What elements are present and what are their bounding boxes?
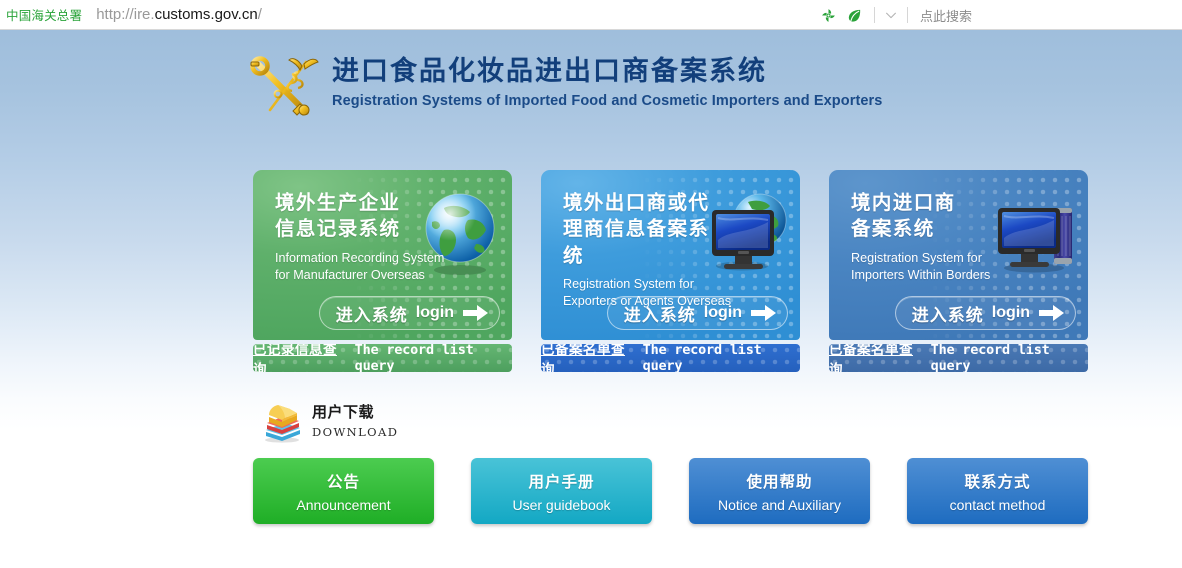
announcement-button[interactable]: 公告 Announcement xyxy=(253,458,434,524)
notice-auxiliary-button[interactable]: 使用帮助 Notice and Auxiliary xyxy=(689,458,870,524)
record-query-label-cn: 已备案名单查询 xyxy=(541,344,625,372)
page-content: 进口食品化妆品进出口商备案系统 Registration Systems of … xyxy=(0,30,1182,567)
chevron-down-icon[interactable] xyxy=(881,5,901,25)
url-scheme: http:// xyxy=(96,6,134,23)
card-manufacturer-overseas: 境外生产企业 信息记录系统 Information Recording Syst… xyxy=(253,170,512,372)
card-subtitle-line2: for Manufacturer Overseas xyxy=(275,268,425,282)
card-subtitle-line1: Registration System for xyxy=(563,276,694,291)
record-query-label-en: The record list query xyxy=(354,344,474,372)
arrow-right-icon xyxy=(751,304,777,322)
card-subtitle: Registration System for Importers Within… xyxy=(851,250,1036,285)
help-label-cn: 使用帮助 xyxy=(746,473,813,491)
address-bar-tools: 点此搜索 xyxy=(816,0,1182,30)
arrow-right-icon xyxy=(1039,304,1065,322)
record-query-label-cn: 已备案名单查询 xyxy=(829,344,913,372)
help-label-en: Notice and Auxiliary xyxy=(718,496,841,513)
card-title-line2: 备案系统 xyxy=(851,218,935,241)
url-subdomain: ire. xyxy=(133,6,155,23)
card-title-line1: 境内进口商 xyxy=(851,192,956,214)
login-button[interactable]: 进入系统 login xyxy=(894,296,1076,330)
login-button[interactable]: 进入系统 login xyxy=(606,296,788,330)
login-label-en: login xyxy=(415,304,454,321)
download-label-en: DOWNLOAD xyxy=(312,424,399,439)
announcement-label-en: Announcement xyxy=(296,496,391,513)
card-title-line2: 理商信息备案系统 xyxy=(563,218,710,267)
search-input[interactable]: 点此搜索 xyxy=(920,6,972,25)
customs-emblem-icon xyxy=(248,54,320,120)
page-subtitle: Registration Systems of Imported Food an… xyxy=(332,92,883,109)
record-list-query-bar[interactable]: 已备案名单查询 The record list query xyxy=(829,344,1088,372)
url-domain: customs.gov.cn xyxy=(154,6,258,23)
card-title: 境外出口商或代 理商信息备案系统 xyxy=(563,190,723,269)
card-title-line2: 信息记录系统 xyxy=(275,218,401,241)
guidebook-label-en: User guidebook xyxy=(512,496,611,513)
site-header: 进口食品化妆品进出口商备案系统 Registration Systems of … xyxy=(248,52,882,120)
card-title-line1: 境外生产企业 xyxy=(275,192,401,214)
record-query-label-en: The record list query xyxy=(930,344,1050,372)
user-guidebook-button[interactable]: 用户手册 User guidebook xyxy=(471,458,652,524)
action-button-row: 公告 Announcement 用户手册 User guidebook 使用帮助… xyxy=(253,458,1088,524)
card-body: 境外生产企业 信息记录系统 Information Recording Syst… xyxy=(253,170,512,340)
site-identity-label: 中国海关总署 xyxy=(6,9,83,23)
announcement-label-cn: 公告 xyxy=(326,473,360,491)
card-importers-within-borders: 境内进口商 备案系统 Registration System for Impor… xyxy=(829,170,1088,372)
url-path: / xyxy=(257,6,262,23)
card-subtitle: Information Recording System for Manufac… xyxy=(275,250,460,285)
pinwheel-icon[interactable] xyxy=(818,4,840,26)
leaf-icon[interactable] xyxy=(844,4,866,26)
card-title-line1: 境外出口商或代 xyxy=(563,192,710,214)
card-subtitle-line1: Registration System for xyxy=(851,250,982,265)
record-list-query-bar[interactable]: 已备案名单查询 The record list query xyxy=(541,344,800,372)
card-body: 境外出口商或代 理商信息备案系统 Registration System for… xyxy=(541,170,800,340)
record-list-query-bar[interactable]: 已记录信息查询 The record list query xyxy=(253,344,512,372)
login-label-en: login xyxy=(703,304,742,321)
login-label-cn: 进入系统 xyxy=(911,305,984,325)
card-exporters-agents-overseas: 境外出口商或代 理商信息备案系统 Registration System for… xyxy=(541,170,800,372)
contact-label-en: contact method xyxy=(949,496,1046,513)
login-label-cn: 进入系统 xyxy=(623,305,696,325)
download-section-header: 用户下载 DOWNLOAD xyxy=(260,400,398,444)
download-label-cn: 用户下载 xyxy=(312,404,375,422)
record-query-label-cn: 已记录信息查询 xyxy=(253,344,337,372)
login-label-en: login xyxy=(991,304,1030,321)
guidebook-label-cn: 用户手册 xyxy=(528,473,595,491)
contact-label-cn: 联系方式 xyxy=(964,473,1031,491)
url-input[interactable]: http://ire.customs.gov.cn/ xyxy=(96,6,262,23)
card-title: 境外生产企业 信息记录系统 xyxy=(275,190,435,243)
contact-method-button[interactable]: 联系方式 contact method xyxy=(907,458,1088,524)
browser-address-bar: 中国海关总署 http://ire.customs.gov.cn/ 点此搜索 xyxy=(0,0,1182,30)
card-body: 境内进口商 备案系统 Registration System for Impor… xyxy=(829,170,1088,340)
login-button[interactable]: 进入系统 login xyxy=(318,296,500,330)
card-subtitle-line1: Information Recording System xyxy=(275,250,445,265)
page-title: 进口食品化妆品进出口商备案系统 xyxy=(332,56,767,86)
stacked-books-icon xyxy=(260,400,304,444)
toolbar-divider-2 xyxy=(906,7,908,23)
card-title: 境内进口商 备案系统 xyxy=(851,190,1011,243)
card-subtitle-line2: Importers Within Borders xyxy=(851,268,991,282)
login-label-cn: 进入系统 xyxy=(335,305,408,325)
toolbar-divider xyxy=(873,7,875,23)
record-query-label-en: The record list query xyxy=(642,344,762,372)
system-card-list: 境外生产企业 信息记录系统 Information Recording Syst… xyxy=(253,170,1088,372)
arrow-right-icon xyxy=(463,304,489,322)
